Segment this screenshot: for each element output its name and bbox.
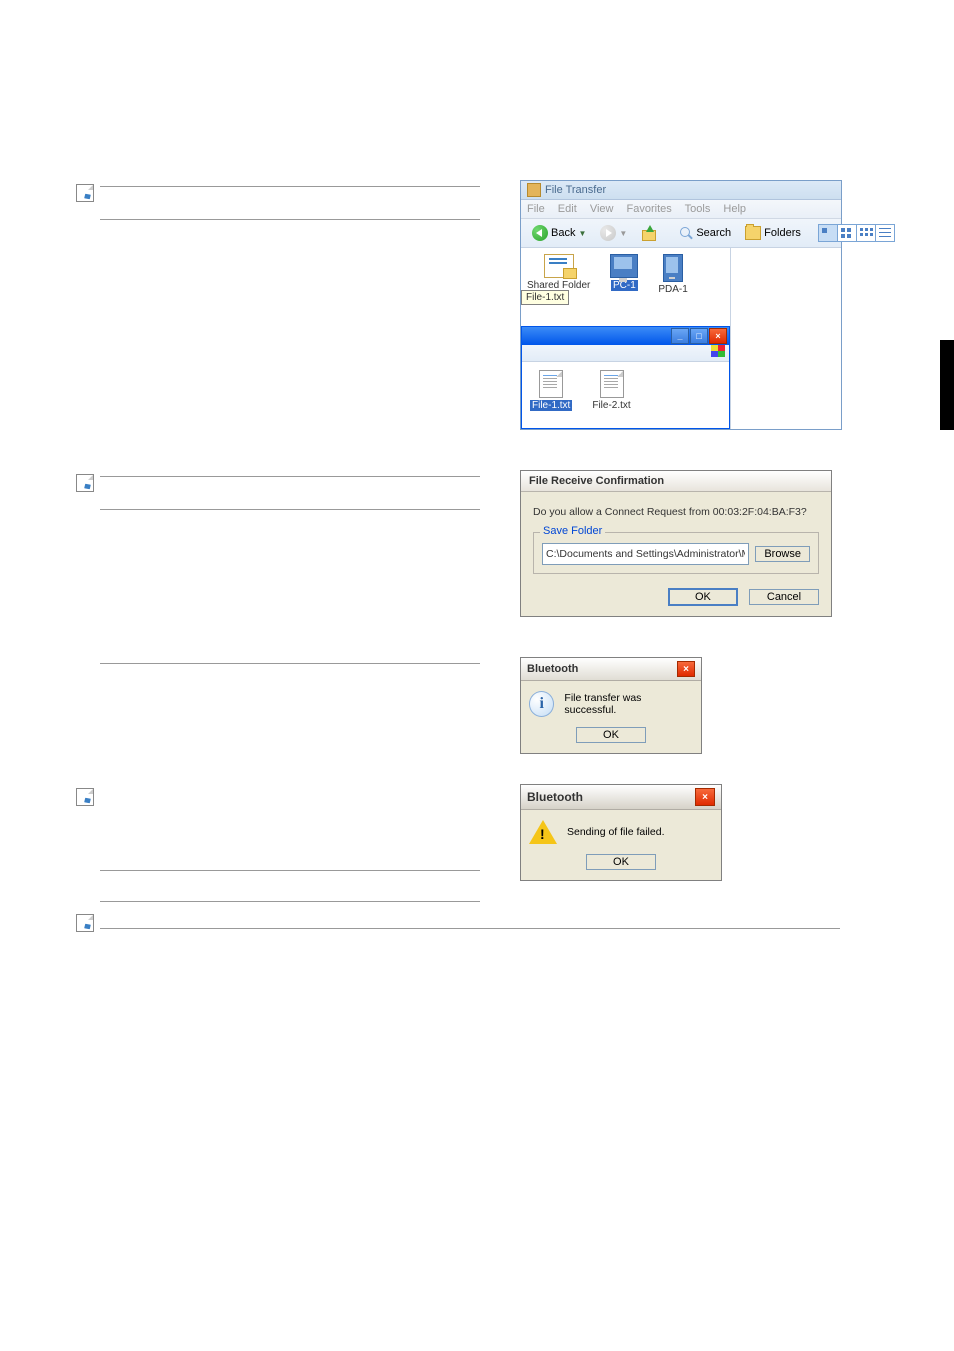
warning-icon bbox=[529, 820, 557, 844]
pc-item[interactable]: PC-1 File-1.txt bbox=[610, 254, 638, 314]
windows-flag-icon bbox=[711, 345, 725, 357]
search-icon bbox=[679, 226, 693, 240]
save-path-input[interactable] bbox=[542, 543, 749, 565]
bluetooth-fail-dialog: Bluetooth × Sending of file failed. OK bbox=[520, 784, 722, 881]
up-icon bbox=[641, 225, 657, 241]
separator bbox=[100, 870, 480, 871]
shared-folder-item[interactable]: Shared Folder bbox=[527, 254, 590, 314]
file-transfer-window: File Transfer File Edit View Favorites T… bbox=[520, 180, 842, 430]
separator bbox=[100, 186, 480, 187]
view-buttons bbox=[818, 224, 895, 242]
file-label: File-1.txt bbox=[530, 400, 572, 411]
title-text: Bluetooth bbox=[527, 790, 583, 804]
folders-icon bbox=[745, 226, 761, 240]
file-receive-dialog: File Receive Confirmation Do you allow a… bbox=[520, 470, 832, 617]
computer-icon bbox=[610, 254, 638, 278]
pda-item[interactable]: PDA-1 bbox=[658, 254, 687, 314]
dialog-title: Bluetooth × bbox=[521, 658, 701, 681]
minimize-button[interactable]: _ bbox=[671, 328, 689, 344]
dialog-title: File Receive Confirmation bbox=[521, 471, 831, 492]
separator bbox=[100, 928, 840, 929]
shared-folder-icon bbox=[544, 254, 574, 278]
menu-favorites[interactable]: Favorites bbox=[627, 203, 672, 215]
save-folder-fieldset: Save Folder Browse bbox=[533, 532, 819, 574]
textfile-icon bbox=[600, 370, 624, 398]
item-label: PDA-1 bbox=[658, 284, 687, 295]
separator bbox=[100, 901, 480, 902]
view-icons-button[interactable] bbox=[857, 225, 876, 241]
toolbar: Back ▼ ▼ Search bbox=[521, 219, 841, 248]
note-icon bbox=[76, 788, 94, 806]
browse-button[interactable]: Browse bbox=[755, 546, 810, 562]
dropdown-icon[interactable]: ▼ bbox=[619, 229, 627, 238]
dialog-message: Do you allow a Connect Request from 00:0… bbox=[533, 506, 819, 518]
back-button[interactable]: Back ▼ bbox=[527, 223, 591, 243]
dialog-message: Sending of file failed. bbox=[567, 826, 664, 838]
view-thumb-button[interactable] bbox=[819, 225, 838, 241]
note-icon bbox=[76, 184, 94, 202]
back-icon bbox=[532, 225, 548, 241]
title-text: File Transfer bbox=[545, 184, 606, 196]
close-button[interactable]: × bbox=[709, 328, 727, 344]
textfile-icon bbox=[539, 370, 563, 398]
ok-button[interactable]: OK bbox=[586, 854, 656, 870]
pda-icon bbox=[663, 254, 683, 282]
bluetooth-success-dialog: Bluetooth × i File transfer was successf… bbox=[520, 657, 702, 754]
forward-icon bbox=[600, 225, 616, 241]
dropdown-icon[interactable]: ▼ bbox=[578, 229, 586, 238]
file-transfer-icon bbox=[527, 183, 541, 197]
view-tiles-button[interactable] bbox=[838, 225, 857, 241]
file-item[interactable]: File-1.txt bbox=[530, 370, 572, 420]
menu-view[interactable]: View bbox=[590, 203, 614, 215]
view-list-button[interactable] bbox=[876, 225, 894, 241]
file-item[interactable]: File-2.txt bbox=[592, 370, 630, 420]
note-icon bbox=[76, 474, 94, 492]
inner-titlebar: _ □ × bbox=[522, 327, 729, 345]
separator bbox=[100, 219, 480, 220]
search-label: Search bbox=[696, 227, 731, 239]
window-title: File Transfer bbox=[521, 181, 841, 200]
menu-file[interactable]: File bbox=[527, 203, 545, 215]
ok-button[interactable]: OK bbox=[668, 588, 738, 606]
separator bbox=[100, 509, 480, 510]
ok-button[interactable]: OK bbox=[576, 727, 646, 743]
folders-button[interactable]: Folders bbox=[740, 224, 806, 242]
search-button[interactable]: Search bbox=[674, 224, 736, 242]
title-text: Bluetooth bbox=[527, 663, 578, 675]
cancel-button[interactable]: Cancel bbox=[749, 589, 819, 605]
menu-tools[interactable]: Tools bbox=[685, 203, 711, 215]
inner-window: _ □ × File-1.txt bbox=[521, 326, 730, 429]
up-button[interactable] bbox=[636, 223, 662, 243]
folders-label: Folders bbox=[764, 227, 801, 239]
close-button[interactable]: × bbox=[695, 788, 715, 806]
forward-button[interactable]: ▼ bbox=[595, 223, 632, 243]
back-label: Back bbox=[551, 227, 575, 239]
separator bbox=[100, 476, 480, 477]
menubar: File Edit View Favorites Tools Help bbox=[521, 200, 841, 219]
fieldset-legend: Save Folder bbox=[540, 525, 605, 537]
separator bbox=[100, 663, 480, 664]
note-icon bbox=[76, 914, 94, 932]
file-label: File-2.txt bbox=[592, 400, 630, 411]
dialog-title: Bluetooth × bbox=[521, 785, 721, 810]
dialog-message: File transfer was successful. bbox=[564, 692, 693, 716]
info-icon: i bbox=[529, 691, 554, 717]
menu-edit[interactable]: Edit bbox=[558, 203, 577, 215]
menu-help[interactable]: Help bbox=[723, 203, 746, 215]
maximize-button[interactable]: □ bbox=[690, 328, 708, 344]
close-button[interactable]: × bbox=[677, 661, 695, 677]
tooltip: File-1.txt bbox=[521, 290, 569, 305]
